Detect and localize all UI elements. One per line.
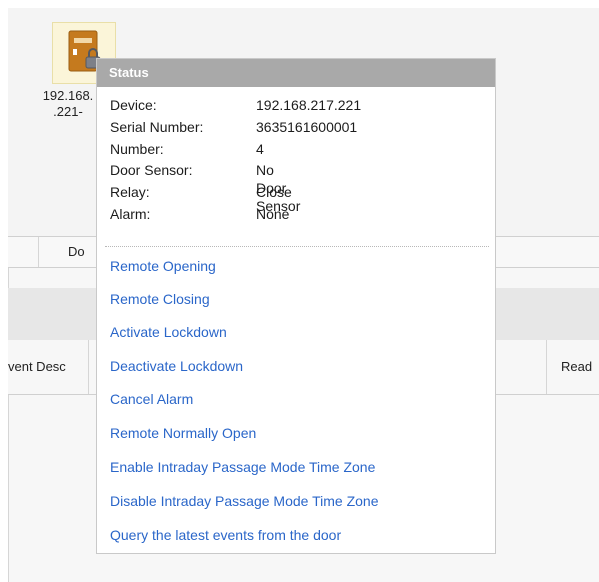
remote-normally-open-link[interactable]: Remote Normally Open [110, 423, 256, 443]
status-label: Device: [110, 97, 157, 113]
column-divider [88, 340, 89, 394]
deactivate-lockdown-link[interactable]: Deactivate Lockdown [110, 356, 243, 376]
status-door-sensor: Door Sensor: No Door Sensor [110, 161, 300, 214]
column-divider [38, 237, 39, 267]
popup-title: Status [97, 59, 495, 87]
column-header-door[interactable]: Do [68, 237, 85, 267]
query-latest-events-link[interactable]: Query the latest events from the door [110, 525, 341, 545]
status-relay: Relay: Close [110, 183, 292, 201]
status-alarm: Alarm: None [110, 205, 289, 223]
status-label: Relay: [110, 184, 150, 200]
status-number: Number: 4 [110, 140, 264, 158]
status-value: 192.168.217.221 [256, 97, 362, 113]
status-label: Door Sensor: [110, 162, 193, 178]
remote-opening-link[interactable]: Remote Opening [110, 256, 216, 276]
status-value: 4 [256, 141, 264, 157]
status-label: Serial Number: [110, 119, 204, 135]
remote-closing-link[interactable]: Remote Closing [110, 289, 210, 309]
status-device: Device: 192.168.217.221 [110, 96, 361, 114]
status-serial-number: Serial Number: 3635161600001 [110, 118, 357, 136]
status-value: Close [256, 184, 292, 200]
status-value: None [256, 206, 290, 222]
disable-intraday-passage-mode-link[interactable]: Disable Intraday Passage Mode Time Zone [110, 491, 378, 511]
status-label: Alarm: [110, 206, 151, 222]
column-header-reader[interactable]: Read [561, 340, 592, 394]
enable-intraday-passage-mode-link[interactable]: Enable Intraday Passage Mode Time Zone [110, 457, 375, 477]
column-divider [546, 340, 547, 394]
column-header-event-description[interactable]: vent Desc [8, 340, 66, 394]
activate-lockdown-link[interactable]: Activate Lockdown [110, 322, 227, 342]
status-value: 3635161600001 [256, 119, 358, 135]
popup-divider [105, 246, 489, 247]
door-status-popup: Status Device: 192.168.217.221 Serial Nu… [96, 58, 496, 554]
cancel-alarm-link[interactable]: Cancel Alarm [110, 389, 193, 409]
status-label: Number: [110, 141, 164, 157]
